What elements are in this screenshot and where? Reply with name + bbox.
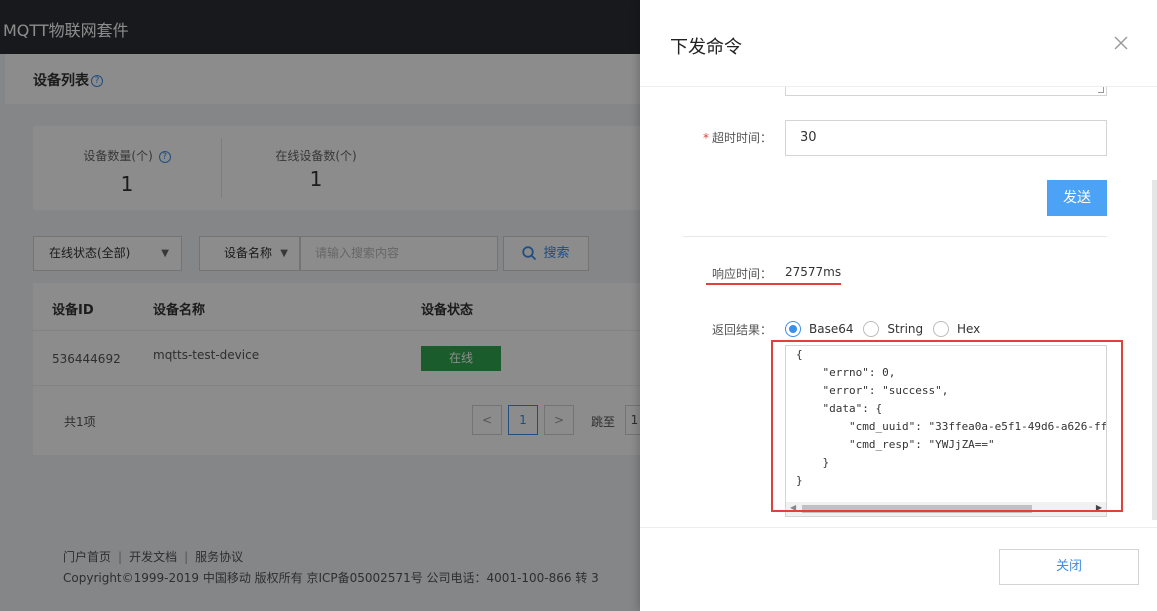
- drawer-footer: 关闭: [640, 527, 1157, 611]
- format-radio-base64[interactable]: Base64: [785, 321, 854, 337]
- required-asterisk: *: [702, 131, 709, 145]
- section-divider: [683, 236, 1107, 237]
- highlight-underline: [706, 283, 841, 285]
- radio-unchecked-icon: [932, 321, 949, 337]
- result-label: 返回结果：: [711, 323, 772, 337]
- drawer-body: * 超时时间： 30 发送 响应时间： 27577ms 返回结果： Base64 …: [640, 87, 1157, 527]
- command-textarea[interactable]: [785, 87, 1107, 96]
- vertical-scrollbar[interactable]: [1152, 180, 1157, 520]
- format-radio-group: Base64 String Hex: [785, 321, 986, 337]
- format-radio-hex[interactable]: Hex: [932, 321, 980, 337]
- radio-unchecked-icon: [863, 321, 880, 337]
- format-radio-string[interactable]: String: [863, 321, 923, 337]
- radio-checked-icon: [785, 321, 801, 337]
- drawer-header: 下发命令: [640, 0, 1157, 87]
- resize-handle-icon[interactable]: [1098, 87, 1104, 93]
- highlight-box: [771, 340, 1123, 512]
- send-button[interactable]: 发送: [1047, 180, 1107, 216]
- timeout-label: * 超时时间：: [702, 131, 772, 145]
- close-icon[interactable]: [1114, 33, 1128, 53]
- response-time-label: 响应时间：: [711, 267, 772, 281]
- send-command-drawer: 下发命令 * 超时时间： 30 发送 响应时间： 27577ms 返回结果： Ba…: [640, 0, 1157, 611]
- timeout-input[interactable]: 30: [785, 120, 1107, 156]
- close-button[interactable]: 关闭: [999, 549, 1139, 585]
- response-time-value: 27577ms: [785, 265, 842, 279]
- drawer-title: 下发命令: [670, 37, 742, 58]
